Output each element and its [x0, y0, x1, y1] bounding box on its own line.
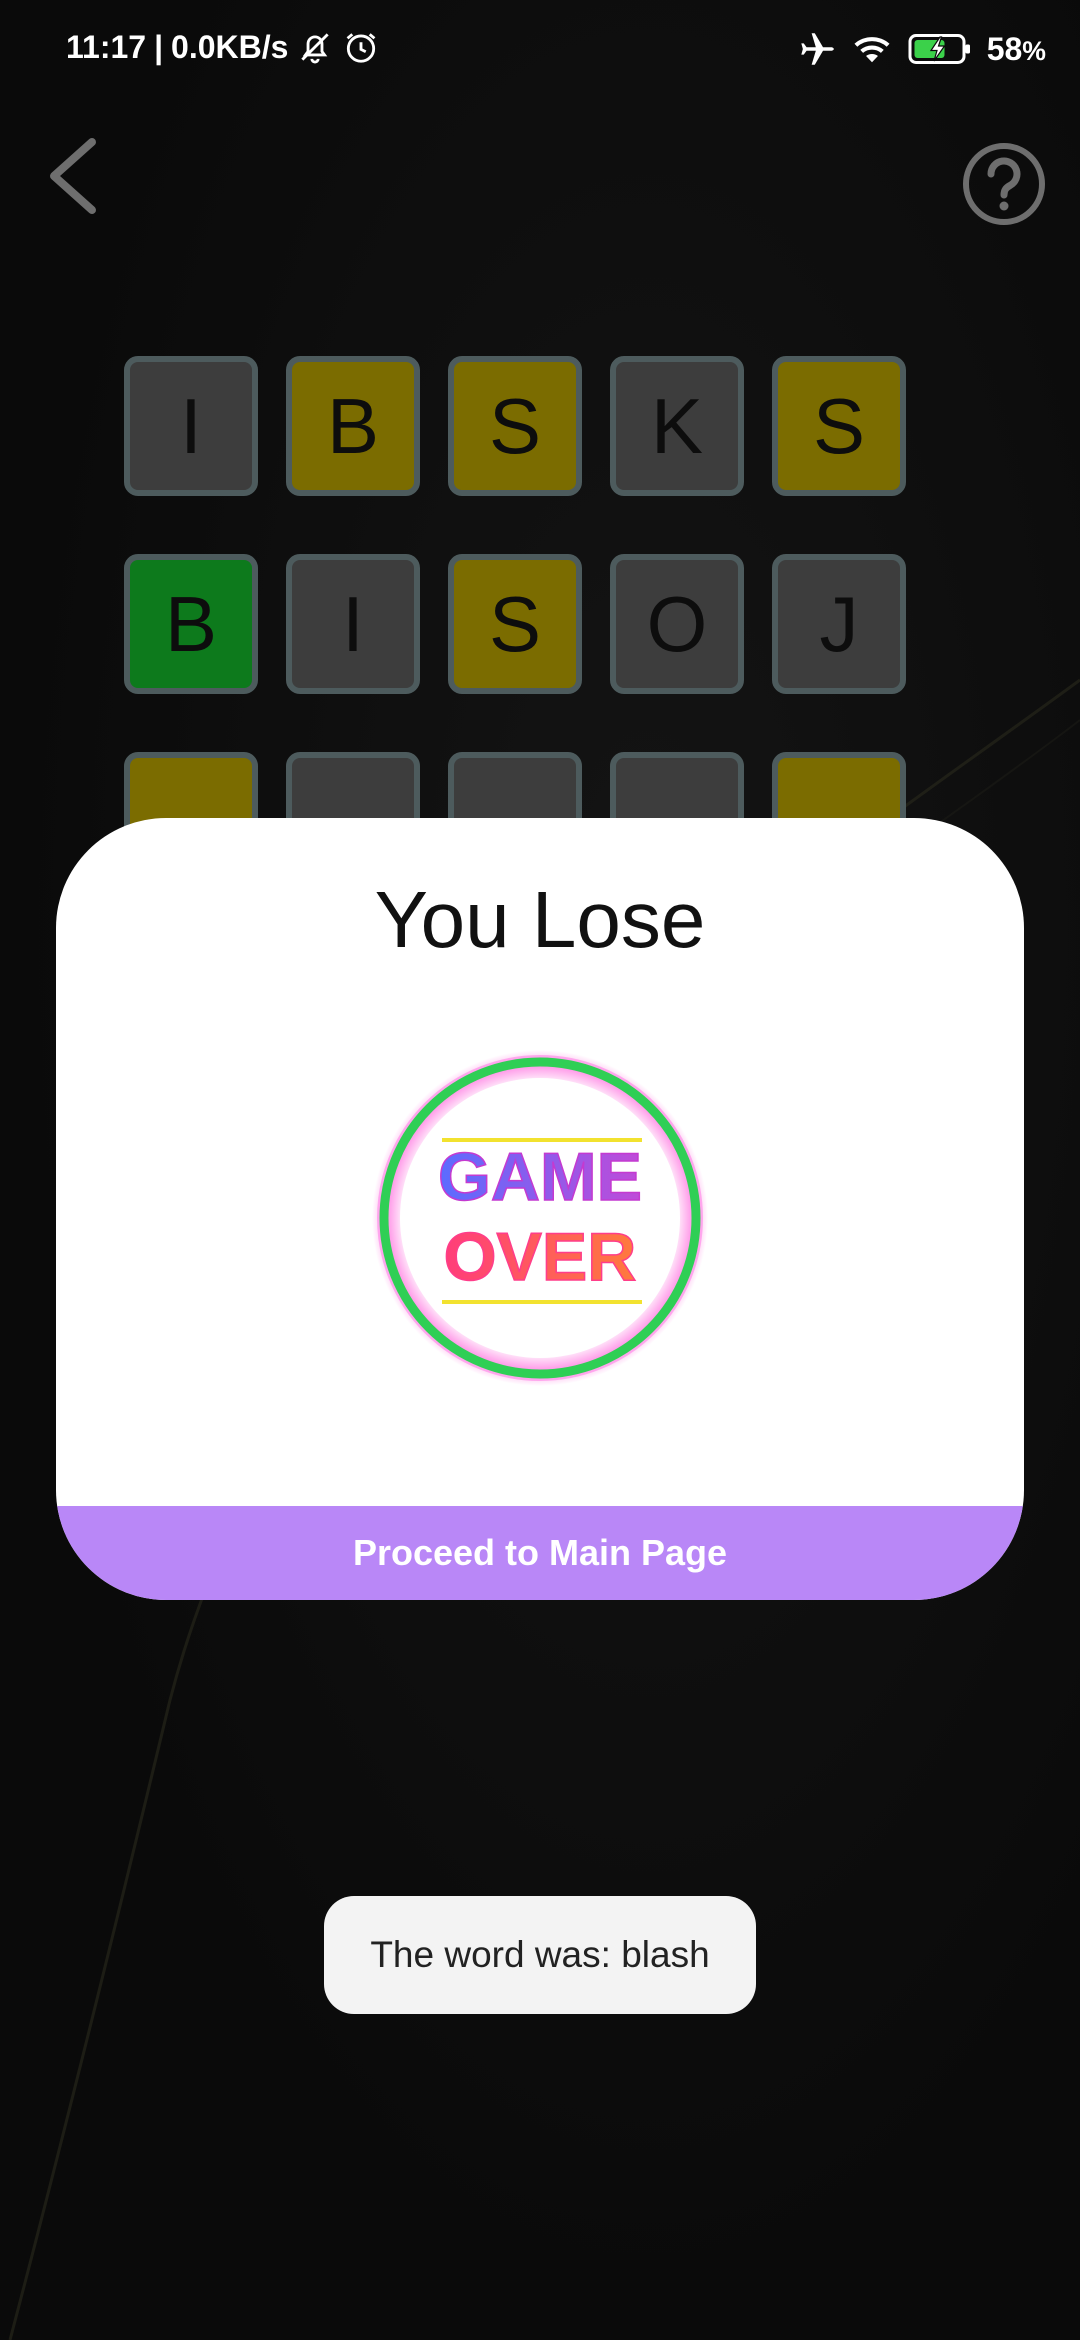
badge-text-over: OVER: [444, 1219, 637, 1295]
badge-text-game: GAME: [438, 1139, 642, 1215]
wifi-icon: [854, 37, 890, 63]
back-chevron-icon[interactable]: [40, 136, 110, 216]
game-result-dialog: You Lose GAME OVER Proceed to Main Page: [56, 818, 1024, 1600]
letter-tile: J: [772, 554, 906, 694]
guess-row-1: I B S K S: [124, 356, 906, 496]
letter-tile: B: [286, 356, 420, 496]
battery-charging-icon: [908, 34, 970, 64]
letter-tile: I: [286, 554, 420, 694]
help-question-icon[interactable]: [960, 140, 1048, 228]
letter-tile: I: [124, 356, 258, 496]
mute-icon: [301, 33, 330, 64]
dialog-title: You Lose: [374, 875, 706, 964]
network-speed: 0.0KB/s: [171, 28, 289, 65]
letter-tile: O: [610, 554, 744, 694]
airplane-icon: [801, 33, 834, 65]
status-left: 11:17 | 0.0KB/s: [66, 28, 380, 66]
game-screen: 11:17 | 0.0KB/s 58% I B S K S B I S O J …: [0, 0, 1080, 2340]
letter-tile: B: [124, 554, 258, 694]
status-time: 11:17: [66, 28, 147, 65]
status-right: 58%: [795, 28, 1046, 70]
guess-row-2: B I S O J: [124, 554, 906, 694]
status-separator: |: [154, 28, 164, 65]
proceed-main-page-button[interactable]: Proceed to Main Page: [56, 1506, 1024, 1600]
status-bar: 11:17 | 0.0KB/s 58%: [0, 0, 1080, 100]
letter-tile: S: [772, 356, 906, 496]
letter-tile: S: [448, 554, 582, 694]
game-over-badge: GAME OVER: [372, 1050, 708, 1386]
letter-tile: K: [610, 356, 744, 496]
answer-toast: The word was: blash: [324, 1896, 756, 2014]
alarm-icon: [347, 33, 376, 63]
letter-tile: S: [448, 356, 582, 496]
battery-percent: 58%: [986, 30, 1046, 67]
